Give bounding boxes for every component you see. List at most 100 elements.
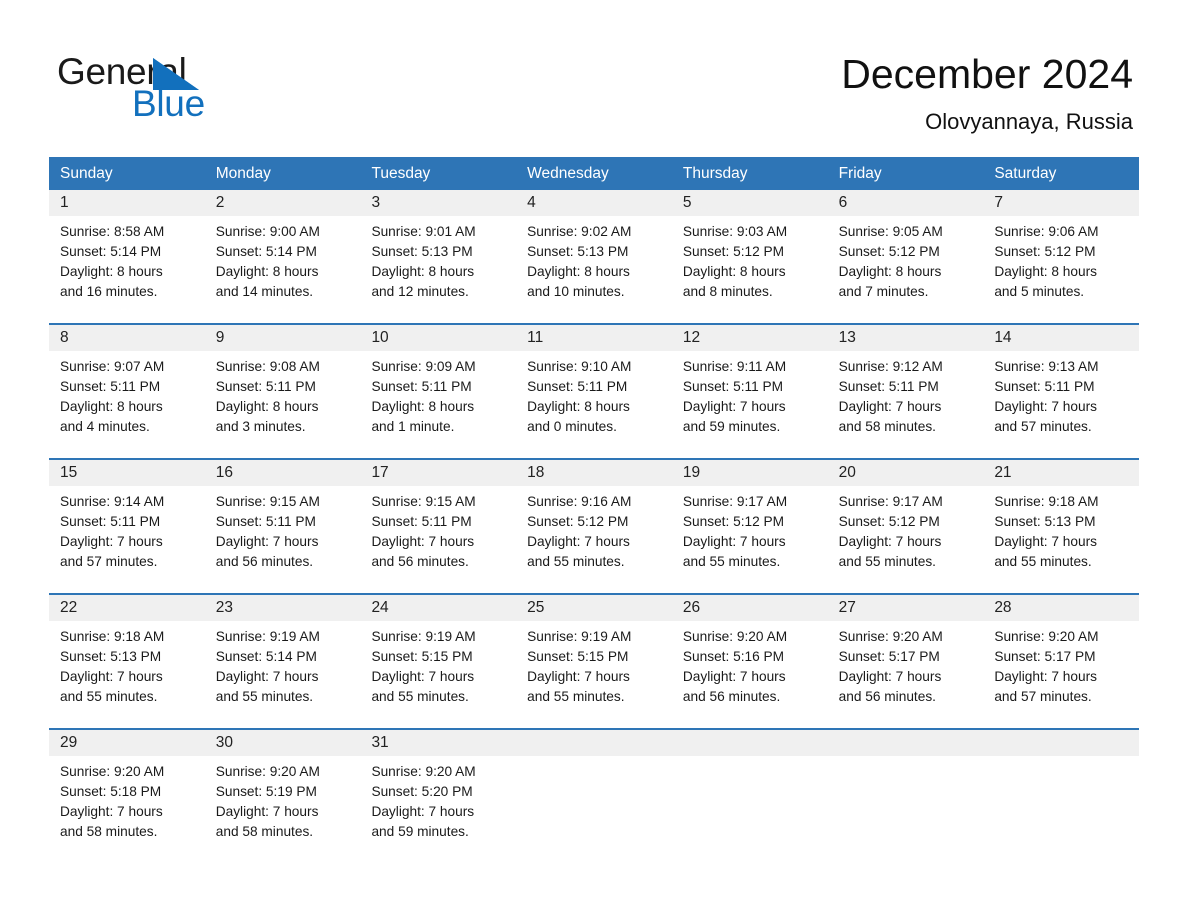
day-number[interactable]: 27 xyxy=(828,595,984,621)
weekday-header-sunday: Sunday xyxy=(60,165,113,182)
day-cell[interactable]: Sunrise: 9:05 AM Sunset: 5:12 PM Daylight:… xyxy=(828,216,984,311)
sunrise-text: Sunrise: 9:20 AM xyxy=(838,629,943,644)
sunset-text: Sunset: 5:17 PM xyxy=(838,649,940,664)
day-cell[interactable]: Sunrise: 9:13 AM Sunset: 5:11 PM Daylight:… xyxy=(983,351,1139,446)
day-number[interactable]: 3 xyxy=(360,190,516,216)
day-cell[interactable]: Sunrise: 9:19 AM Sunset: 5:15 PM Daylight:… xyxy=(516,621,672,716)
calendar-week-row: 8 9 10 11 12 13 14 Sunrise: 9:07 AM Sunset: 5:11… xyxy=(49,311,1139,446)
sunrise-text: Sunrise: 9:17 AM xyxy=(838,494,943,509)
sunset-text: Sunset: 5:12 PM xyxy=(838,244,940,259)
day-cell[interactable]: Sunrise: 9:10 AM Sunset: 5:11 PM Daylight:… xyxy=(516,351,672,446)
daylight-text-line2: and 55 minutes. xyxy=(527,689,625,704)
day-cell[interactable]: Sunrise: 9:02 AM Sunset: 5:13 PM Daylight:… xyxy=(516,216,672,311)
weekday-header-monday: Monday xyxy=(215,165,271,182)
day-cell[interactable]: Sunrise: 9:19 AM Sunset: 5:15 PM Daylight:… xyxy=(360,621,516,716)
daylight-text-line2: and 58 minutes. xyxy=(60,824,158,839)
day-cell[interactable]: Sunrise: 9:15 AM Sunset: 5:11 PM Daylight:… xyxy=(205,486,361,581)
day-number[interactable]: 6 xyxy=(828,190,984,216)
daylight-text-line2: and 55 minutes. xyxy=(994,554,1092,569)
calendar-weeks: 1 2 3 4 5 6 7 Sunrise: 8:58 AM Sunset: 5:14 PM Da… xyxy=(49,190,1139,851)
day-number[interactable]: 4 xyxy=(516,190,672,216)
day-cell[interactable]: Sunrise: 9:15 AM Sunset: 5:11 PM Daylight:… xyxy=(360,486,516,581)
day-cell[interactable]: Sunrise: 9:18 AM Sunset: 5:13 PM Daylight:… xyxy=(983,486,1139,581)
day-detail-band: Sunrise: 8:58 AM Sunset: 5:14 PM Daylight:… xyxy=(49,216,1139,311)
sunset-text: Sunset: 5:11 PM xyxy=(60,514,161,529)
day-cell[interactable]: Sunrise: 9:11 AM Sunset: 5:11 PM Daylight:… xyxy=(672,351,828,446)
daylight-text-line1: Daylight: 7 hours xyxy=(60,804,163,819)
day-number[interactable]: 9 xyxy=(205,325,361,351)
day-number[interactable]: 31 xyxy=(360,730,516,756)
day-cell[interactable]: Sunrise: 9:20 AM Sunset: 5:17 PM Daylight:… xyxy=(828,621,984,716)
day-number[interactable]: 12 xyxy=(672,325,828,351)
daylight-text-line2: and 8 minutes. xyxy=(682,284,773,299)
day-cell[interactable]: Sunrise: 9:20 AM Sunset: 5:18 PM Daylight:… xyxy=(49,756,205,851)
day-cell[interactable]: Sunrise: 9:17 AM Sunset: 5:12 PM Daylight:… xyxy=(672,486,828,581)
daylight-text-line1: Daylight: 8 hours xyxy=(215,399,319,414)
day-cell[interactable]: Sunrise: 9:20 AM Sunset: 5:16 PM Daylight:… xyxy=(672,621,828,716)
calendar-week-row: 1 2 3 4 5 6 7 Sunrise: 8:58 AM Sunset: 5:14 PM Da… xyxy=(49,190,1139,311)
day-cell[interactable]: Sunrise: 9:16 AM Sunset: 5:12 PM Daylight:… xyxy=(516,486,672,581)
day-detail-band: Sunrise: 9:20 AM Sunset: 5:18 PM Daylight:… xyxy=(49,756,1139,851)
day-number[interactable]: 8 xyxy=(49,325,205,351)
day-number[interactable]: 26 xyxy=(672,595,828,621)
sunrise-text: Sunrise: 9:08 AM xyxy=(215,359,320,374)
day-number-band: 15 16 17 18 19 20 21 xyxy=(49,460,1139,486)
sunset-text: Sunset: 5:17 PM xyxy=(994,649,1096,664)
day-number[interactable]: 16 xyxy=(205,460,361,486)
day-number[interactable]: 29 xyxy=(49,730,205,756)
daylight-text-line1: Daylight: 8 hours xyxy=(682,264,786,279)
day-number[interactable]: 17 xyxy=(360,460,516,486)
day-number[interactable]: 22 xyxy=(49,595,205,621)
daylight-text-line2: and 1 minute. xyxy=(371,419,455,434)
sunrise-text: Sunrise: 9:20 AM xyxy=(994,629,1099,644)
day-cell[interactable]: Sunrise: 9:20 AM Sunset: 5:20 PM Daylight:… xyxy=(360,756,516,851)
day-cell[interactable]: Sunrise: 9:14 AM Sunset: 5:11 PM Daylight:… xyxy=(49,486,205,581)
day-number[interactable]: 5 xyxy=(672,190,828,216)
day-number[interactable]: 1 xyxy=(49,190,205,216)
sunrise-text: Sunrise: 9:14 AM xyxy=(60,494,165,509)
day-number[interactable]: 28 xyxy=(983,595,1139,621)
day-cell[interactable]: Sunrise: 8:58 AM Sunset: 5:14 PM Daylight:… xyxy=(49,216,205,311)
day-number[interactable]: 23 xyxy=(205,595,361,621)
sunrise-text: Sunrise: 9:03 AM xyxy=(682,224,788,239)
day-number[interactable]: 14 xyxy=(983,325,1139,351)
day-cell[interactable]: Sunrise: 9:01 AM Sunset: 5:13 PM Daylight:… xyxy=(360,216,516,311)
day-cell[interactable]: Sunrise: 9:00 AM Sunset: 5:14 PM Daylight:… xyxy=(205,216,361,311)
day-number[interactable]: 21 xyxy=(983,460,1139,486)
daylight-text-line2: and 59 minutes. xyxy=(682,419,781,434)
day-cell[interactable]: Sunrise: 9:07 AM Sunset: 5:11 PM Daylight:… xyxy=(49,351,205,446)
daylight-text-line1: Daylight: 8 hours xyxy=(215,264,319,279)
day-cell[interactable]: Sunrise: 9:03 AM Sunset: 5:12 PM Daylight:… xyxy=(672,216,828,311)
day-number[interactable]: 15 xyxy=(49,460,205,486)
day-cell[interactable]: Sunrise: 9:17 AM Sunset: 5:12 PM Daylight:… xyxy=(828,486,984,581)
day-number[interactable]: 24 xyxy=(360,595,516,621)
day-cell[interactable]: Sunrise: 9:20 AM Sunset: 5:17 PM Daylight:… xyxy=(983,621,1139,716)
day-number[interactable]: 20 xyxy=(828,460,984,486)
sunrise-text: Sunrise: 9:20 AM xyxy=(371,764,476,779)
day-cell[interactable]: Sunrise: 9:09 AM Sunset: 5:11 PM Daylight:… xyxy=(360,351,516,446)
day-cell[interactable]: Sunrise: 9:12 AM Sunset: 5:11 PM Daylight:… xyxy=(828,351,984,446)
daylight-text-line1: Daylight: 7 hours xyxy=(215,669,319,684)
sunset-text: Sunset: 5:19 PM xyxy=(215,784,317,799)
day-number[interactable]: 18 xyxy=(516,460,672,486)
day-number[interactable]: 7 xyxy=(983,190,1139,216)
sunrise-text: Sunrise: 9:20 AM xyxy=(215,764,320,779)
sunrise-text: Sunrise: 9:18 AM xyxy=(994,494,1099,509)
day-number[interactable]: 19 xyxy=(672,460,828,486)
daylight-text-line2: and 14 minutes. xyxy=(215,284,314,299)
day-number[interactable]: 10 xyxy=(360,325,516,351)
daylight-text-line1: Daylight: 7 hours xyxy=(682,669,786,684)
day-number[interactable]: 13 xyxy=(828,325,984,351)
day-cell[interactable]: Sunrise: 9:19 AM Sunset: 5:14 PM Daylight:… xyxy=(205,621,361,716)
day-cell[interactable]: Sunrise: 9:20 AM Sunset: 5:19 PM Daylight:… xyxy=(205,756,361,851)
day-cell[interactable]: Sunrise: 9:06 AM Sunset: 5:12 PM Daylight:… xyxy=(983,216,1139,311)
day-cell[interactable]: Sunrise: 9:08 AM Sunset: 5:11 PM Daylight:… xyxy=(205,351,361,446)
day-number[interactable]: 2 xyxy=(205,190,361,216)
daylight-text-line1: Daylight: 7 hours xyxy=(994,399,1098,414)
generalblue-logo[interactable]: General Blue xyxy=(57,52,317,126)
day-number[interactable]: 11 xyxy=(516,325,672,351)
day-cell[interactable]: Sunrise: 9:18 AM Sunset: 5:13 PM Daylight:… xyxy=(49,621,205,716)
day-number[interactable]: 30 xyxy=(205,730,361,756)
day-number[interactable]: 25 xyxy=(516,595,672,621)
logo-text-blue: Blue xyxy=(132,83,205,124)
